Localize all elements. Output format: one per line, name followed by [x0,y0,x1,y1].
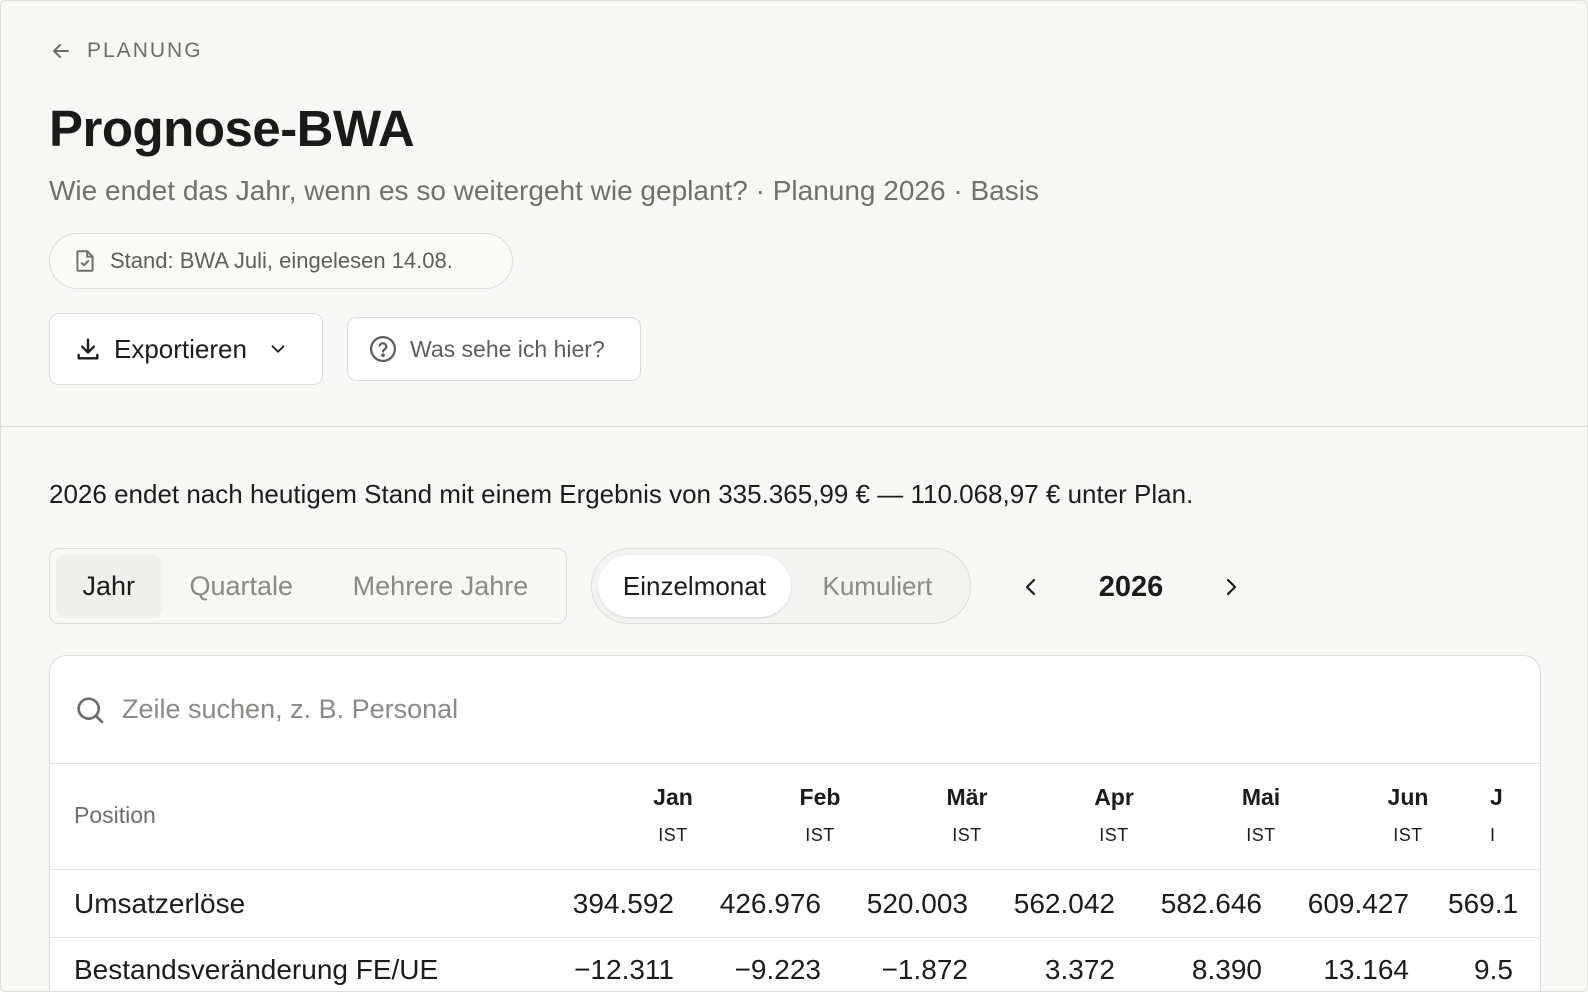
cell-value: 609.427 [1307,888,1409,919]
cell-value: 9.5 [1474,954,1513,985]
column-header-jan[interactable]: Jan IST [628,764,718,846]
column-month: Jan [653,784,693,810]
cell-value: 520.003 [866,888,968,919]
column-month: Jun [1387,784,1429,810]
cell-value: 569.1 [1448,888,1519,919]
cell-value: −1.872 [881,954,968,985]
cell-value: 562.042 [1013,888,1115,919]
export-button-label: Exportieren [114,333,247,364]
export-button[interactable]: Exportieren [49,313,323,385]
arrow-left-icon [53,44,69,58]
column-month: Mai [1241,784,1281,810]
chevron-down-icon [271,345,285,353]
file-check-icon [76,250,94,272]
tab-mehrere-jahre[interactable]: Mehrere Jahre [321,555,560,617]
cell-value: −9.223 [734,954,821,985]
column-header-maer[interactable]: Mär IST [922,764,1012,846]
column-type: IST [658,825,688,845]
column-header-apr[interactable]: Apr IST [1069,764,1159,846]
data-status-text: Stand: BWA Juli, eingelesen 14.08. [110,248,453,273]
column-type: IST [1393,825,1423,845]
column-header-jul[interactable]: J I [1490,764,1530,846]
column-header-jun[interactable]: Jun IST [1363,764,1453,846]
toggle-einzelmonat[interactable]: Einzelmonat [598,555,791,617]
search-input[interactable] [122,694,1022,725]
page-header: PLANUNG Prognose-BWA Wie endet das Jahr,… [1,1,1587,427]
column-header-feb[interactable]: Feb IST [775,764,865,846]
table-header: Position Jan IST Feb IST Mär IST Apr IST… [50,764,1540,870]
app-frame: PLANUNG Prognose-BWA Wie endet das Jahr,… [0,0,1588,992]
cell-value: 13.164 [1323,954,1409,985]
period-selector: Jahr Quartale Mehrere Jahre [49,548,567,624]
column-type: IST [1099,825,1129,845]
help-button-label: Was sehe ich hier? [410,335,605,362]
search-bar [50,656,1540,764]
column-month: Apr [1094,784,1134,810]
column-header-position: Position [74,802,156,828]
prev-year-button[interactable] [1009,561,1053,613]
current-year: 2026 [1098,570,1164,603]
chevron-left-icon [1025,578,1036,596]
column-type: IST [952,825,982,845]
help-circle-icon [370,336,396,362]
cell-value: 394.592 [572,888,674,919]
row-position: Umsatzerlöse [74,888,246,919]
table-row[interactable]: Bestandsveränderung FE/UE −12.311 −9.223… [50,938,1540,991]
year-navigator: 2026 [1009,561,1253,613]
toggle-kumuliert[interactable]: Kumuliert [791,555,964,617]
column-month: Mär [946,784,988,810]
column-type: IST [805,825,835,845]
cell-value: 3.372 [1044,954,1115,985]
tab-jahr[interactable]: Jahr [56,555,162,617]
search-icon [77,696,104,723]
cell-value: −12.311 [574,954,674,985]
forecast-summary: 2026 endet nach heutigem Stand mit einem… [49,479,1194,509]
data-status-badge: Stand: BWA Juli, eingelesen 14.08. [49,233,513,289]
mode-toggle: Einzelmonat Kumuliert [591,548,971,624]
back-link-label: PLANUNG [87,39,203,62]
column-type: IST [1246,825,1276,845]
back-link[interactable]: PLANUNG [49,39,203,63]
row-position: Bestandsveränderung FE/UE [74,954,439,985]
cell-value: 582.646 [1160,888,1262,919]
page-title: Prognose-BWA [49,100,415,157]
next-year-button[interactable] [1209,561,1253,613]
chevron-right-icon [1226,578,1237,596]
cell-value: 426.976 [719,888,821,919]
column-type: I [1490,825,1496,845]
column-month: Feb [799,784,841,810]
help-button[interactable]: Was sehe ich hier? [347,317,641,381]
column-month: J [1490,784,1503,810]
download-icon [77,338,99,360]
table-row[interactable]: Umsatzerlöse 394.592 426.976 520.003 562… [50,872,1540,938]
tab-quartale[interactable]: Quartale [162,555,321,617]
column-header-mai[interactable]: Mai IST [1216,764,1306,846]
page-subtitle: Wie endet das Jahr, wenn es so weitergeh… [49,175,1039,206]
cell-value: 8.390 [1191,954,1262,985]
bwa-table-card: Position Jan IST Feb IST Mär IST Apr IST… [49,655,1541,991]
